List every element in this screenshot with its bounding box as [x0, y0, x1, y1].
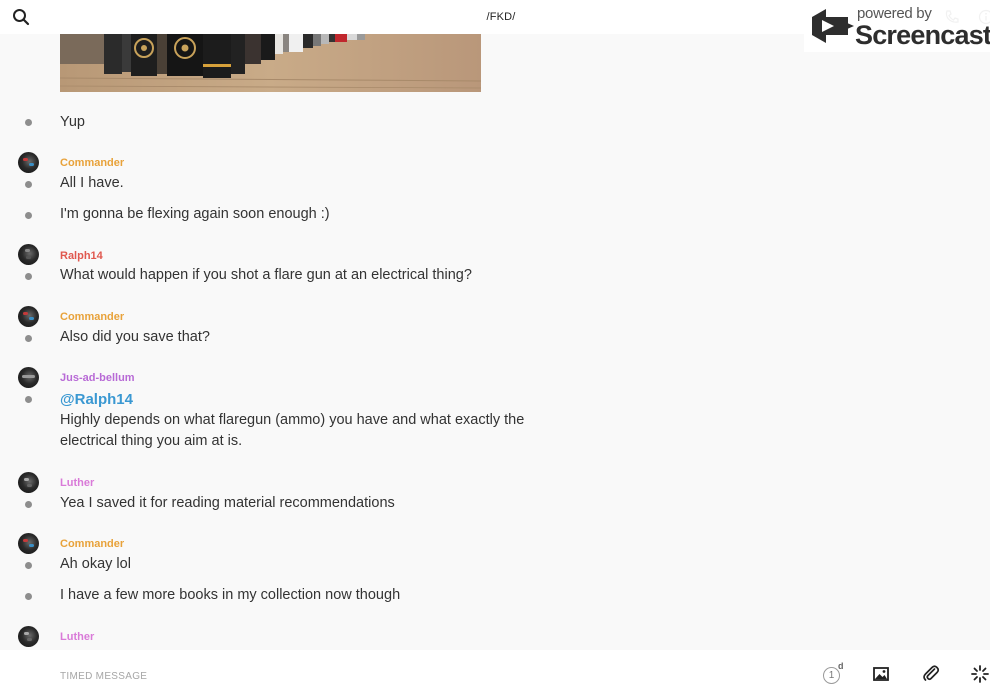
message-bullet: [25, 562, 32, 569]
message-text: Yup: [60, 114, 85, 130]
message-input[interactable]: [60, 667, 760, 685]
message-text: I'm gonna be flexing again soon enough :…: [60, 206, 330, 222]
message-bullet: [25, 335, 32, 342]
message-text-line-2: electrical thing you aim at is.: [60, 433, 243, 449]
message-text: I have a few more books in my collection…: [60, 587, 401, 603]
message-author[interactable]: Luther: [60, 631, 94, 643]
message-text: All I have.: [60, 175, 124, 191]
timer-unit: d: [838, 661, 844, 671]
message-author[interactable]: Commander: [60, 538, 124, 550]
timer-button[interactable]: 1 d: [821, 661, 844, 686]
watermark-brand: Screencastify: [855, 20, 990, 50]
message-bullet: [25, 501, 32, 508]
avatar[interactable]: [18, 533, 39, 554]
message-text: What would happen if you shot a flare gu…: [60, 267, 472, 283]
avatar[interactable]: [18, 367, 39, 388]
avatar[interactable]: [18, 472, 39, 493]
message-text: Yea I saved it for reading material reco…: [60, 495, 395, 511]
avatar[interactable]: [18, 306, 39, 327]
message-author[interactable]: Jus-ad-bellum: [60, 372, 135, 384]
avatar[interactable]: [18, 626, 39, 647]
screencastify-watermark: powered by Screencastify: [804, 0, 990, 52]
composer-bar: 1 d: [0, 650, 990, 700]
screencastify-logo-icon: [808, 7, 856, 45]
message-bullet: [25, 593, 32, 600]
message-text: Also did you save that?: [60, 329, 210, 345]
message-bullet: [25, 119, 32, 126]
message-bullet: [25, 396, 32, 403]
mention-link[interactable]: @Ralph14: [60, 389, 133, 410]
avatar[interactable]: [18, 244, 39, 265]
message-text: Ah okay lol: [60, 556, 131, 572]
message-author[interactable]: Commander: [60, 311, 124, 323]
message-author[interactable]: Luther: [60, 477, 94, 489]
message-bullet: [25, 181, 32, 188]
spark-icon[interactable]: [970, 664, 990, 686]
image-icon[interactable]: [871, 664, 893, 686]
message-bullet: [25, 273, 32, 280]
message-text-line-1: Highly depends on what flaregun (ammo) y…: [60, 412, 525, 428]
avatar[interactable]: [18, 152, 39, 173]
message-author[interactable]: Commander: [60, 157, 124, 169]
paperclip-icon[interactable]: [921, 664, 943, 686]
message-bullet: [25, 212, 32, 219]
message-author[interactable]: Ralph14: [60, 250, 103, 262]
message-image-bookshelf[interactable]: [60, 34, 481, 92]
